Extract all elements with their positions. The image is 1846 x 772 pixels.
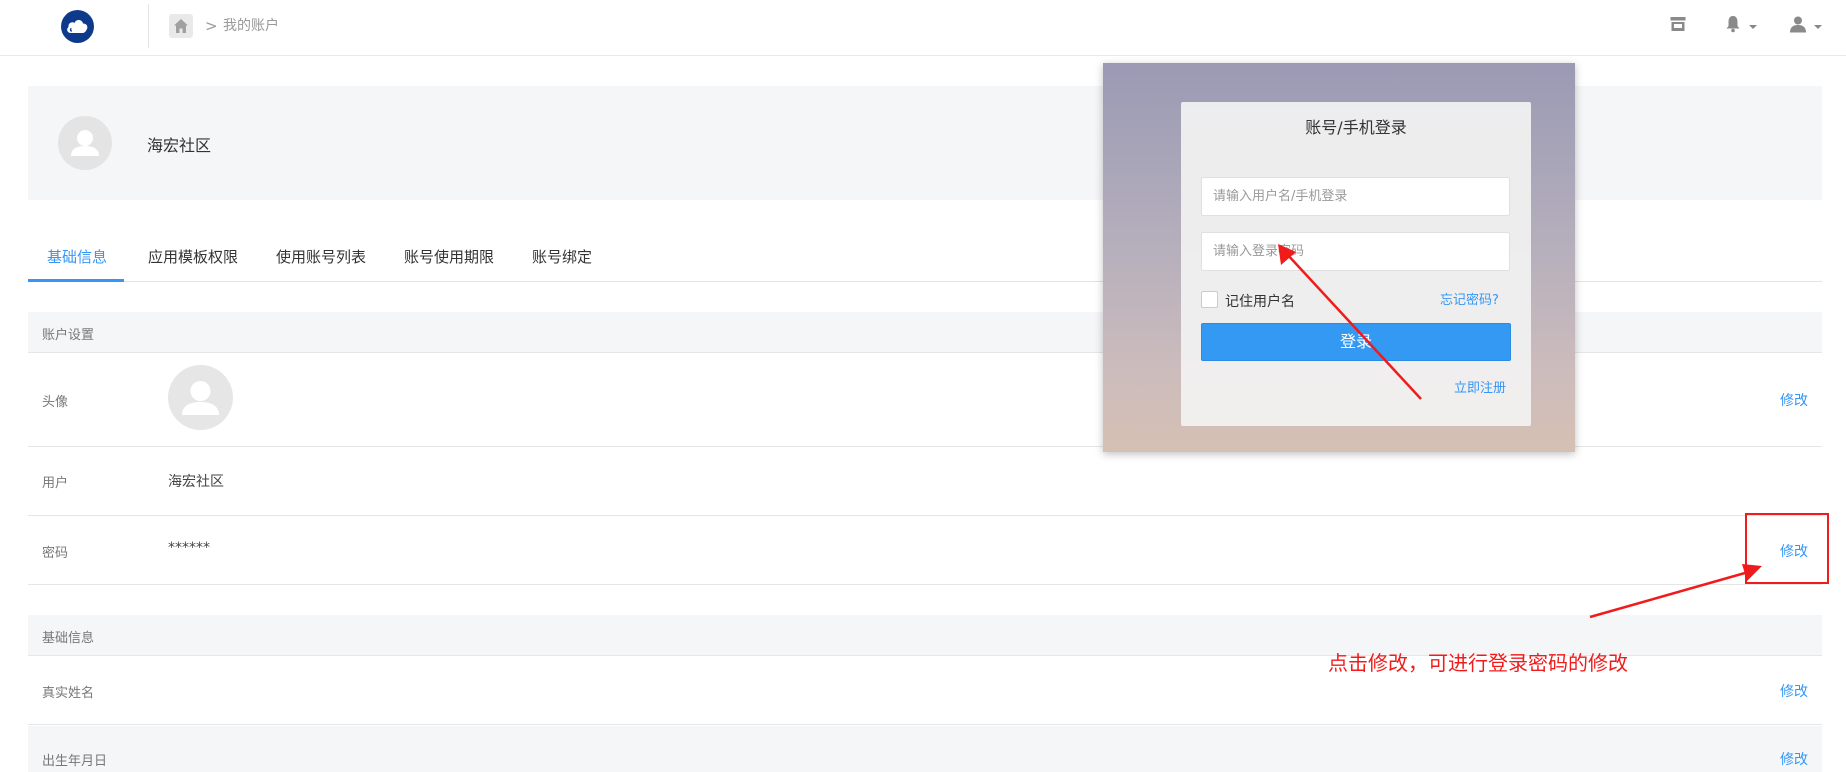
arrow-to-password-edit: [1589, 564, 1762, 619]
annotation-text: 点击修改，可进行登录密码的修改: [1328, 651, 1628, 675]
arrow-to-password-input: [1278, 244, 1422, 400]
